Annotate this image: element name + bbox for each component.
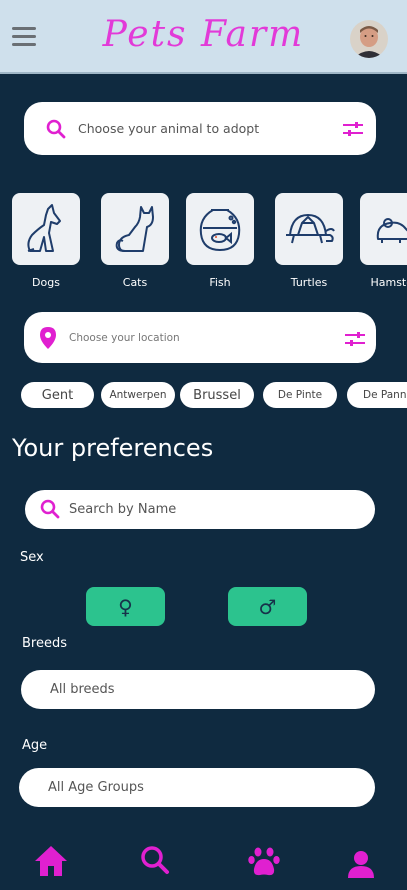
breeds-select[interactable]: All breeds xyxy=(21,670,375,709)
animal-category-cats[interactable]: Cats xyxy=(101,193,169,289)
animal-search-bar[interactable]: Choose your animal to adopt xyxy=(24,102,376,155)
filter-sliders-icon[interactable] xyxy=(344,331,366,347)
location-input[interactable]: Choose your location xyxy=(69,332,180,344)
app-header: Pets Farm xyxy=(0,0,407,74)
animal-label: Hamster xyxy=(370,276,407,289)
hamster-icon xyxy=(376,218,407,243)
age-label: Age xyxy=(22,738,48,753)
location-search-bar[interactable]: Choose your location xyxy=(24,312,376,363)
animal-label: Turtles xyxy=(290,276,328,289)
sex-label: Sex xyxy=(20,550,44,565)
dog-icon xyxy=(27,204,61,252)
name-search-input[interactable]: Search by Name xyxy=(69,502,176,517)
animal-category-hamster[interactable]: Hamster xyxy=(360,193,407,289)
location-pin-icon xyxy=(40,327,56,349)
sex-female-button[interactable]: ♀ xyxy=(86,587,165,626)
male-symbol-icon: ♂ xyxy=(258,594,277,619)
breeds-select-value: All breeds xyxy=(50,682,115,697)
city-chip-de-panne[interactable]: De Panne xyxy=(347,382,407,408)
filter-sliders-icon[interactable] xyxy=(342,121,364,137)
age-select-value: All Age Groups xyxy=(48,780,144,795)
sex-male-button[interactable]: ♂ xyxy=(228,587,307,626)
animal-label: Cats xyxy=(122,276,148,289)
animal-label: Fish xyxy=(209,276,231,289)
age-select[interactable]: All Age Groups xyxy=(19,768,375,807)
animal-search-input[interactable]: Choose your animal to adopt xyxy=(78,121,259,136)
fishbowl-icon xyxy=(199,209,241,252)
avatar[interactable] xyxy=(350,20,388,58)
preferences-title: Your preferences xyxy=(12,434,214,462)
user-icon[interactable] xyxy=(348,850,374,878)
home-icon[interactable] xyxy=(34,845,68,877)
name-search-bar[interactable]: Search by Name xyxy=(25,490,375,529)
breeds-label: Breeds xyxy=(22,636,67,651)
animal-category-fish[interactable]: Fish xyxy=(186,193,254,289)
turtle-icon xyxy=(286,214,335,244)
search-icon[interactable] xyxy=(140,845,170,875)
city-chip-de-pinte[interactable]: De Pinte xyxy=(263,382,337,408)
animal-category-dogs[interactable]: Dogs xyxy=(12,193,80,289)
search-icon xyxy=(46,119,66,139)
app-title: Pets Farm xyxy=(102,14,305,55)
animal-label: Dogs xyxy=(32,276,60,289)
search-icon xyxy=(40,499,60,519)
animal-category-turtles[interactable]: Turtles xyxy=(275,193,343,289)
city-chip-brussel[interactable]: Brussel xyxy=(180,382,254,408)
cat-icon xyxy=(115,206,154,252)
city-chip-gent[interactable]: Gent xyxy=(21,382,94,408)
female-symbol-icon: ♀ xyxy=(118,594,133,619)
paw-icon[interactable] xyxy=(248,845,280,877)
city-chip-antwerpen[interactable]: Antwerpen xyxy=(101,382,175,408)
